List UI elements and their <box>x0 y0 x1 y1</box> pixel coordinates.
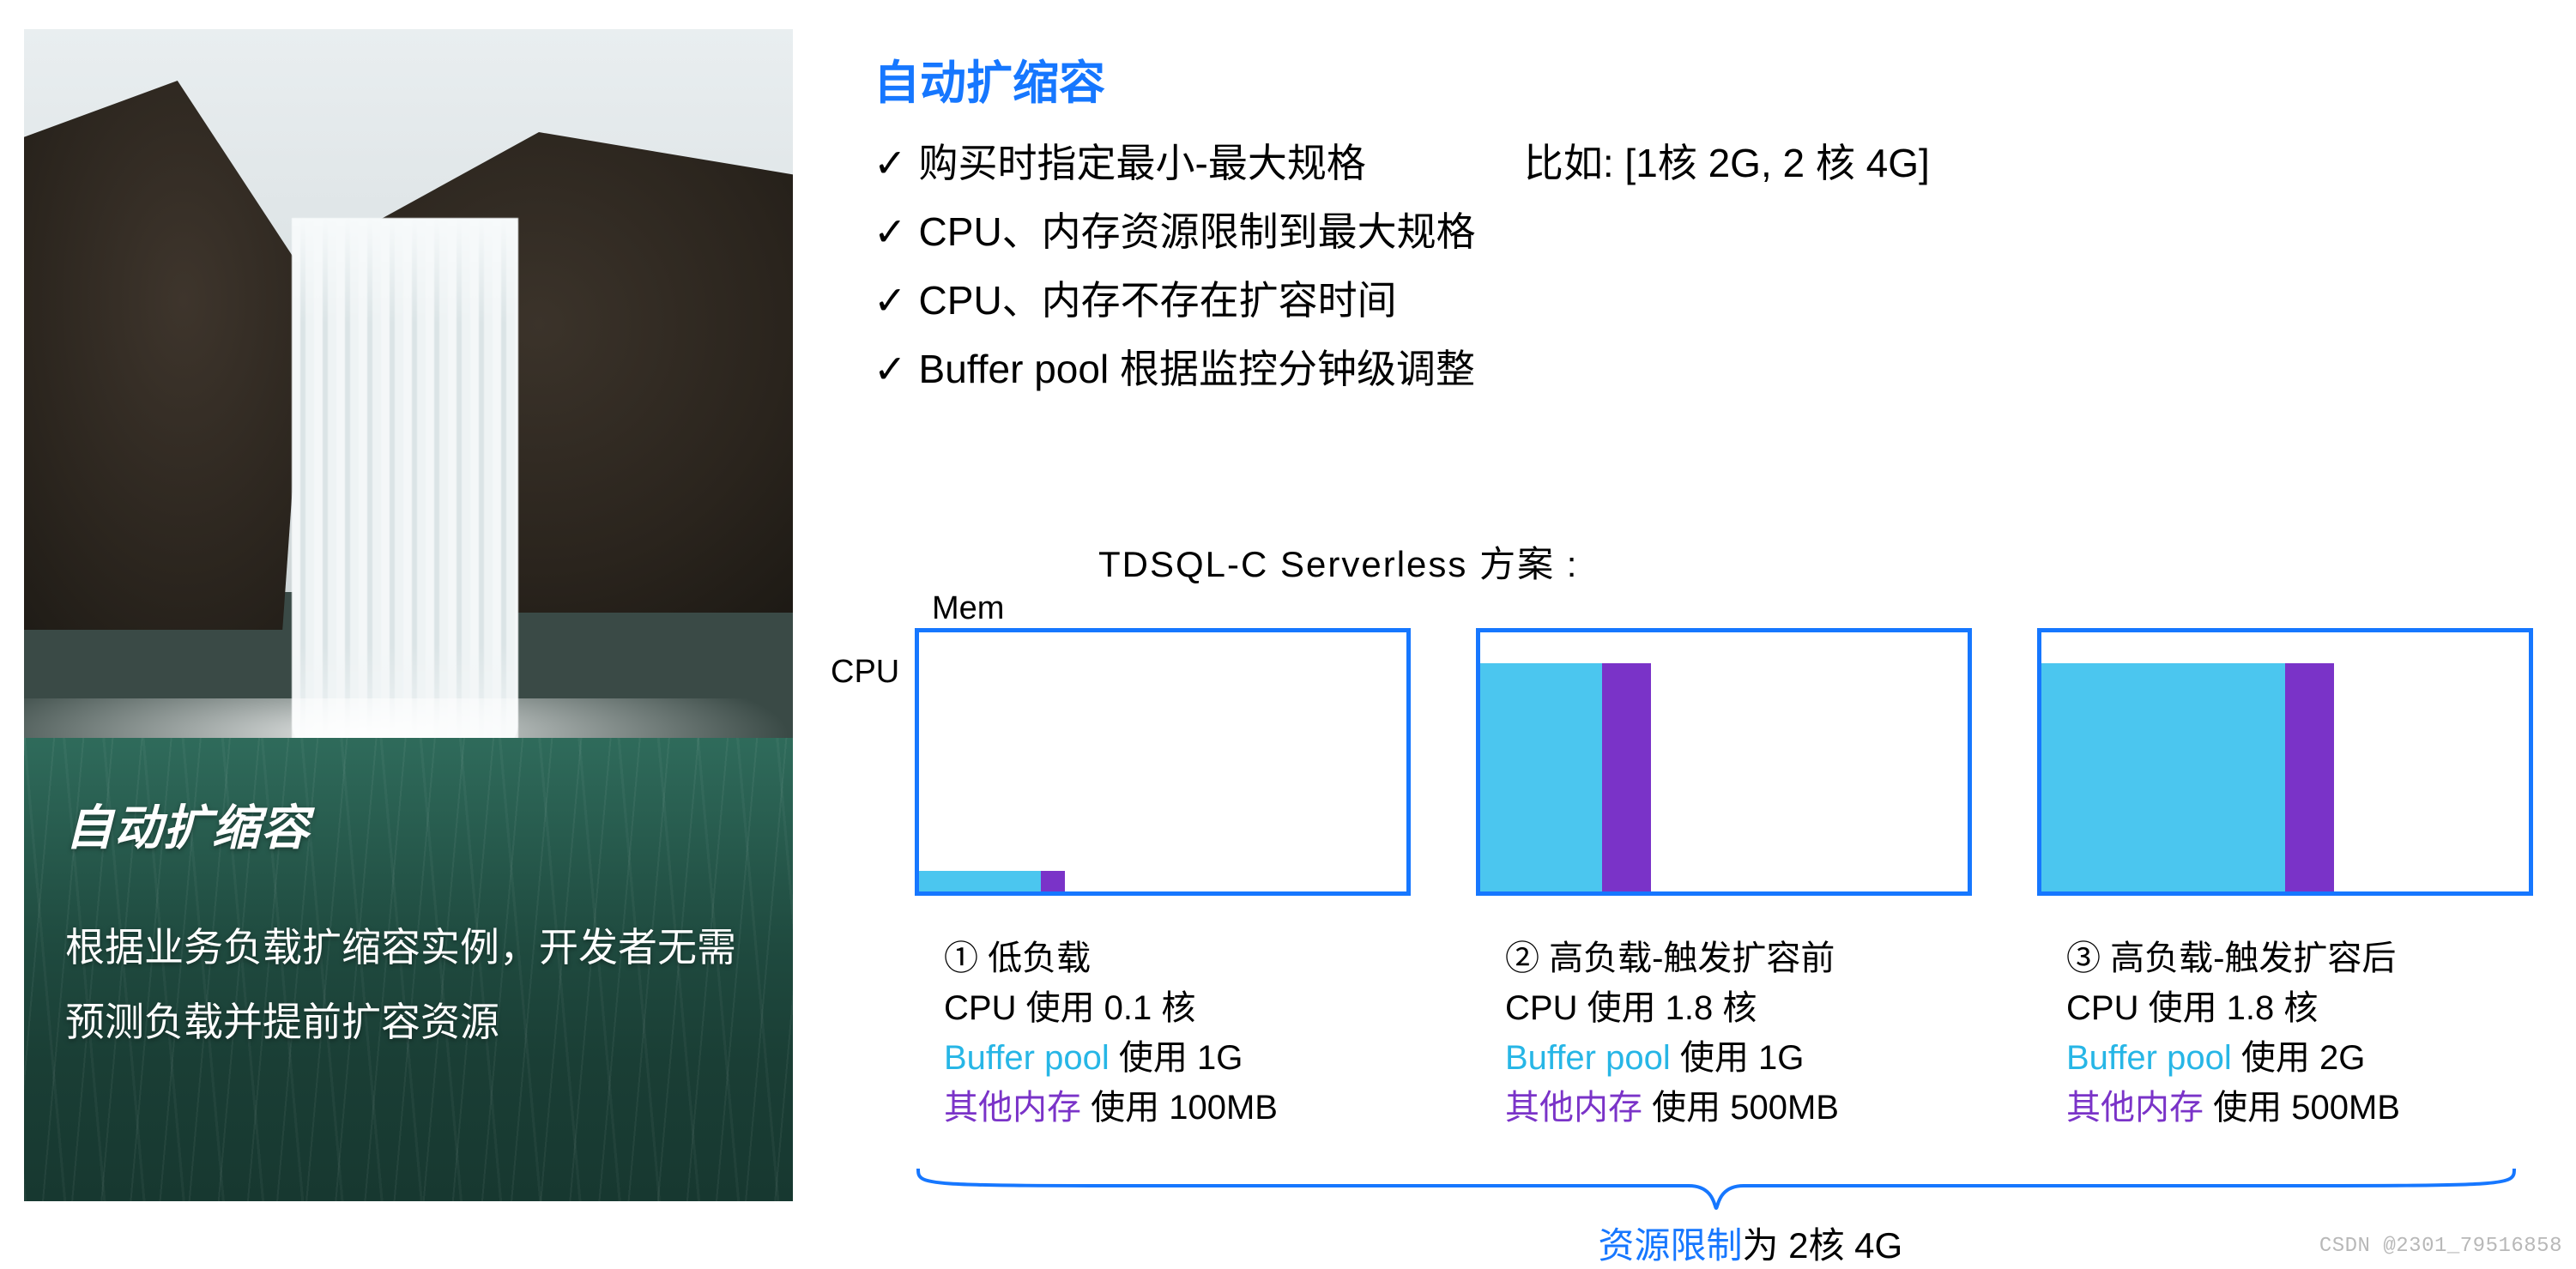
caption-bp-label: Buffer pool <box>944 1039 1110 1077</box>
bar-bufferpool <box>2041 663 2285 891</box>
resource-limit-text: 资源限制为 2核 4G <box>0 1217 2576 1269</box>
hero-overlay: 自动扩缩容 根据业务负载扩缩容实例，开发者无需预测负载并提前扩容资源 <box>24 738 793 1201</box>
chart-panel-2 <box>1476 628 1972 896</box>
bullet-text: 购买时指定最小-最大规格 <box>919 136 1366 190</box>
caption-title: ① 低负载 <box>944 934 1440 983</box>
caption-title: ③ 高负载-触发扩容后 <box>2066 934 2562 983</box>
chart-caption-1: ① 低负载 CPU 使用 0.1 核 Buffer pool 使用 1G 其他内… <box>944 934 1440 1133</box>
bullet-text: CPU、内存资源限制到最大规格 <box>919 205 1476 258</box>
bullet-item-4: ✓ Buffer pool 根据监控分钟级调整 <box>874 342 2542 396</box>
check-icon: ✓ <box>874 274 907 327</box>
caption-oth-value: 使用 100MB <box>1081 1089 1278 1127</box>
check-icon: ✓ <box>874 342 907 396</box>
watermark: CSDN @2301_79516858 <box>2319 1235 2562 1258</box>
section-heading: 自动扩缩容 <box>874 45 2542 112</box>
caption-oth-label: 其他内存 <box>944 1089 1081 1127</box>
bullet-item-2: ✓ CPU、内存资源限制到最大规格 <box>874 205 2542 258</box>
caption-oth-label: 其他内存 <box>1505 1089 1642 1127</box>
resource-limit-label: 资源限制 <box>1598 1225 1742 1266</box>
caption-cpu: CPU 使用 1.8 核 <box>1505 983 2001 1033</box>
bullet-example: 比如: [1核 2G, 2 核 4G] <box>1524 136 1930 190</box>
caption-bp-label: Buffer pool <box>2066 1039 2232 1077</box>
chart-panel-3 <box>2037 628 2533 896</box>
chart-title: TDSQL-C Serverless 方案 : <box>1098 535 1578 588</box>
hero-description: 根据业务负载扩缩容实例，开发者无需预测负载并提前扩容资源 <box>65 910 752 1061</box>
caption-bp-label: Buffer pool <box>1505 1039 1671 1077</box>
caption-bp-value: 使用 1G <box>1671 1039 1805 1077</box>
axis-label-cpu: CPU <box>831 654 899 691</box>
chart-panels <box>915 628 2533 896</box>
caption-bp-value: 使用 2G <box>2232 1039 2366 1077</box>
caption-title: ② 高负载-触发扩容前 <box>1505 934 2001 983</box>
resource-limit-value: 为 2核 4G <box>1742 1225 1902 1266</box>
caption-cpu: CPU 使用 1.8 核 <box>2066 983 2562 1033</box>
bullet-text: CPU、内存不存在扩容时间 <box>919 274 1397 327</box>
check-icon: ✓ <box>874 136 907 190</box>
bullet-item-3: ✓ CPU、内存不存在扩容时间 <box>874 274 2542 327</box>
chart-captions: ① 低负载 CPU 使用 0.1 核 Buffer pool 使用 1G 其他内… <box>944 934 2562 1133</box>
caption-bp-value: 使用 1G <box>1110 1039 1243 1077</box>
hero-card: 自动扩缩容 根据业务负载扩缩容实例，开发者无需预测负载并提前扩容资源 <box>24 29 793 1201</box>
check-icon: ✓ <box>874 205 907 258</box>
bar-bufferpool <box>1480 663 1602 891</box>
bullet-text: Buffer pool 根据监控分钟级调整 <box>919 342 1475 396</box>
bullet-list: ✓ 购买时指定最小-最大规格 比如: [1核 2G, 2 核 4G] ✓ CPU… <box>874 136 2542 396</box>
chart-caption-2: ② 高负载-触发扩容前 CPU 使用 1.8 核 Buffer pool 使用 … <box>1505 934 2001 1133</box>
chart-caption-3: ③ 高负载-触发扩容后 CPU 使用 1.8 核 Buffer pool 使用 … <box>2066 934 2562 1133</box>
caption-cpu: CPU 使用 0.1 核 <box>944 983 1440 1033</box>
content-area: 自动扩缩容 ✓ 购买时指定最小-最大规格 比如: [1核 2G, 2 核 4G]… <box>874 45 2542 411</box>
hero-waterfall <box>292 218 518 750</box>
chart-panel-1 <box>915 628 1411 896</box>
hero-title: 自动扩缩容 <box>65 789 752 859</box>
bar-othermem <box>2285 663 2334 891</box>
bar-bufferpool <box>919 871 1041 891</box>
caption-oth-value: 使用 500MB <box>1642 1089 1839 1127</box>
bullet-item-1: ✓ 购买时指定最小-最大规格 比如: [1核 2G, 2 核 4G] <box>874 136 2542 190</box>
caption-oth-value: 使用 500MB <box>2204 1089 2400 1127</box>
bar-othermem <box>1041 871 1065 891</box>
caption-oth-label: 其他内存 <box>2066 1089 2204 1127</box>
bar-othermem <box>1602 663 1651 891</box>
axis-label-mem: Mem <box>932 590 1004 627</box>
brace-icon <box>916 1167 2516 1210</box>
